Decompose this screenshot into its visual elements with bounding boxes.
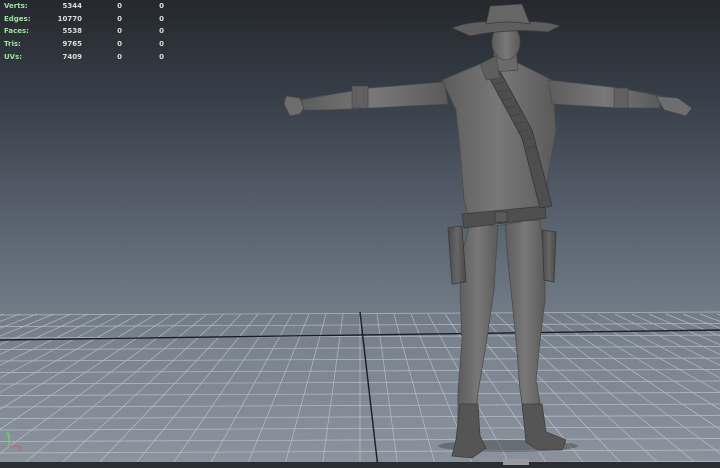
hud-label: Edges: xyxy=(4,14,31,23)
hud-value: 7409 xyxy=(62,52,82,61)
hud-row: Edges: 10770 0 0 xyxy=(4,13,164,26)
hud-label: Faces: xyxy=(4,27,29,36)
hud-value: 0 xyxy=(159,40,164,49)
hud-value: 0 xyxy=(159,14,164,23)
holster-right xyxy=(541,229,557,283)
poly-count-hud: Verts: 5344 0 0 Edges: 10770 0 0 Faces: 5538 0 0 Tri… xyxy=(4,0,164,63)
hud-value: 0 xyxy=(117,27,122,36)
hud-value: 0 xyxy=(159,52,164,61)
right-arm xyxy=(547,79,661,109)
status-indicator xyxy=(503,459,529,465)
hud-label: UVs: xyxy=(4,52,23,61)
hud-label: Verts: xyxy=(4,2,28,10)
hud-value: 0 xyxy=(117,14,122,23)
hud-row: UVs: 7409 0 0 xyxy=(4,51,164,64)
left-hand xyxy=(283,95,305,117)
hud-row: Verts: 5344 0 0 xyxy=(4,0,164,13)
hud-value: 0 xyxy=(159,27,164,36)
right-leg xyxy=(504,219,546,429)
axis-x-label: X xyxy=(17,446,21,452)
left-arm xyxy=(299,81,449,111)
hud-value: 0 xyxy=(117,52,122,61)
axis-gizmo-icon: Y X xyxy=(5,431,21,452)
3d-viewport[interactable]: Verts: 5344 0 0 Edges: 10770 0 0 Faces: 5538 0 0 Tri… xyxy=(0,0,720,468)
axis-y-label: Y xyxy=(5,431,10,438)
hud-value: 0 xyxy=(117,2,122,10)
hat-crown xyxy=(485,3,531,25)
character-model[interactable] xyxy=(0,0,720,468)
hud-value: 9765 xyxy=(62,40,82,49)
hud-value: 0 xyxy=(159,2,164,10)
right-hand xyxy=(655,95,693,117)
hud-row: Tris: 9765 0 0 xyxy=(4,38,164,51)
hud-value: 0 xyxy=(117,40,122,49)
holster-left xyxy=(447,225,467,285)
right-boot xyxy=(521,403,567,451)
hud-value: 5344 xyxy=(62,2,82,10)
hud-row: Faces: 5538 0 0 xyxy=(4,25,164,38)
left-boot xyxy=(451,403,487,459)
hud-label: Tris: xyxy=(4,40,21,49)
viewport-bottom-bar xyxy=(0,462,720,468)
hud-value: 10770 xyxy=(57,14,82,23)
hud-value: 5538 xyxy=(62,27,82,36)
